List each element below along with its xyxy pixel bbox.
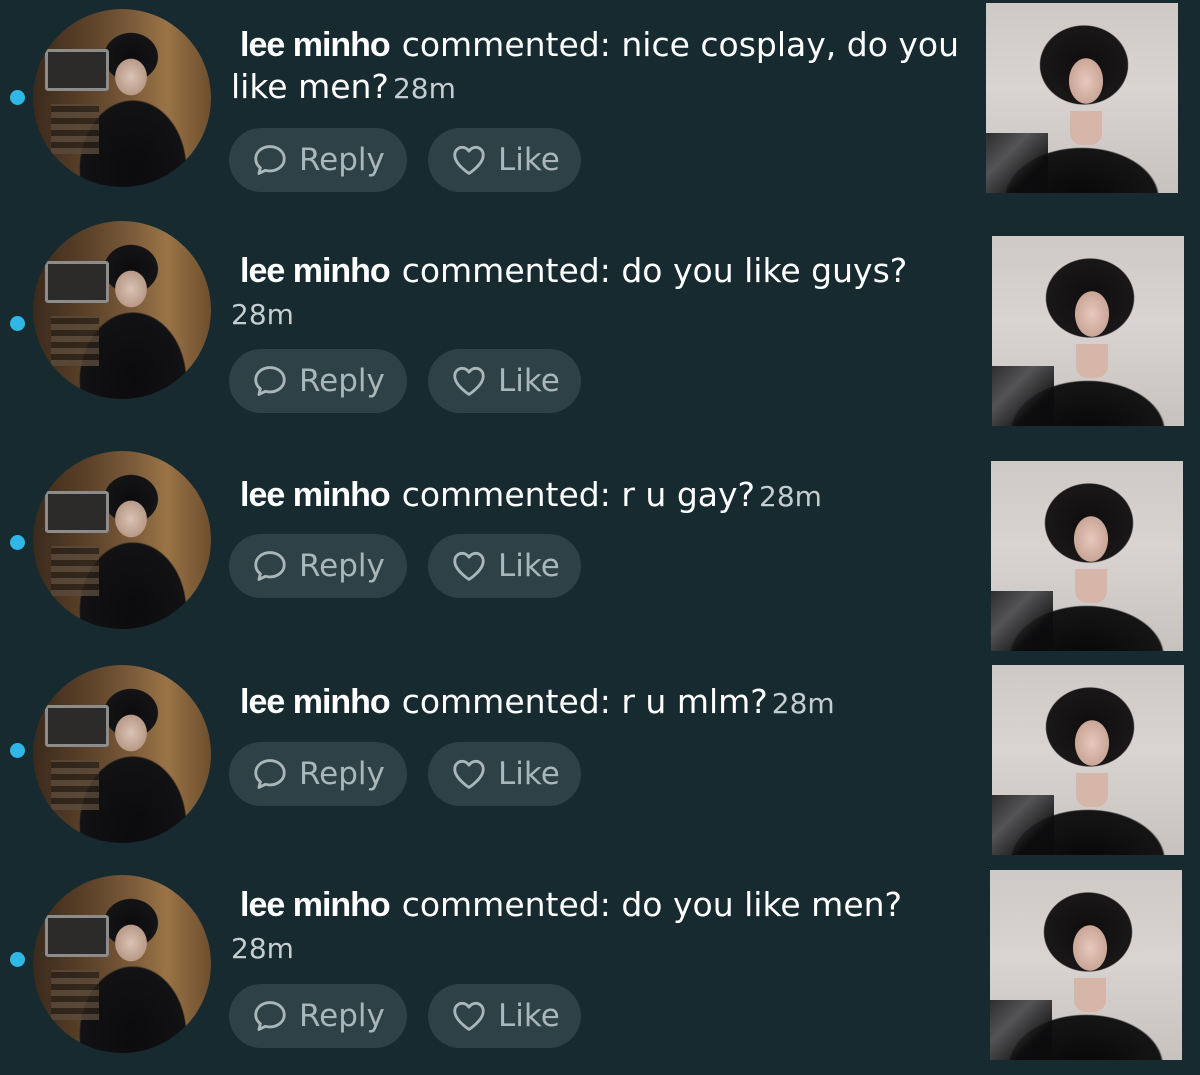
unread-indicator xyxy=(10,535,25,550)
unread-indicator xyxy=(10,90,25,105)
reply-button[interactable]: Reply xyxy=(229,984,407,1048)
speech-bubble-icon xyxy=(254,145,286,175)
speech-bubble-icon xyxy=(254,366,286,396)
post-thumbnail[interactable] xyxy=(992,236,1184,426)
post-thumbnail[interactable] xyxy=(992,665,1184,855)
like-label: Like xyxy=(498,548,560,584)
heart-icon xyxy=(453,366,485,396)
avatar[interactable] xyxy=(33,221,211,399)
notification-item[interactable]: lee minho commented: r u mlm? 28m Reply Li… xyxy=(0,655,1200,860)
comment-text: lee minho commented: nice cosplay, do you… xyxy=(231,24,961,109)
unread-indicator xyxy=(10,316,25,331)
timestamp: 28m xyxy=(231,932,294,965)
notification-item[interactable]: lee minho commented: r u gay? 28m Reply Li… xyxy=(0,435,1200,655)
action-text: commented: xyxy=(401,475,611,514)
avatar[interactable] xyxy=(33,665,211,843)
like-label: Like xyxy=(498,142,560,178)
heart-icon xyxy=(453,1001,485,1031)
comment-body: do you like men? xyxy=(621,885,903,924)
reply-button[interactable]: Reply xyxy=(229,534,407,598)
action-text: commented: xyxy=(401,682,611,721)
comment-text: lee minho commented: do you like men? 28m xyxy=(231,884,961,969)
comment-text: lee minho commented: r u gay? 28m xyxy=(231,474,961,517)
username[interactable]: lee minho xyxy=(240,252,391,290)
heart-icon xyxy=(453,551,485,581)
reply-button[interactable]: Reply xyxy=(229,742,407,806)
reply-label: Reply xyxy=(299,756,385,792)
like-button[interactable]: Like xyxy=(428,534,581,598)
timestamp: 28m xyxy=(759,480,822,513)
comment-body: do you like guys? xyxy=(621,251,908,290)
speech-bubble-icon xyxy=(254,759,286,789)
comment-text: lee minho commented: do you like guys? 28m xyxy=(231,250,961,335)
heart-icon xyxy=(453,759,485,789)
reply-button[interactable]: Reply xyxy=(229,128,407,192)
like-label: Like xyxy=(498,756,560,792)
reply-label: Reply xyxy=(299,998,385,1034)
like-button[interactable]: Like xyxy=(428,349,581,413)
timestamp: 28m xyxy=(392,72,456,105)
reply-label: Reply xyxy=(299,548,385,584)
unread-indicator xyxy=(10,952,25,967)
reply-label: Reply xyxy=(299,142,385,178)
username[interactable]: lee minho xyxy=(240,26,391,64)
username[interactable]: lee minho xyxy=(240,683,391,721)
reply-button[interactable]: Reply xyxy=(229,349,407,413)
like-button[interactable]: Like xyxy=(428,742,581,806)
notification-item[interactable]: lee minho commented: nice cosplay, do you… xyxy=(0,0,1200,210)
avatar[interactable] xyxy=(33,451,211,629)
timestamp: 28m xyxy=(771,687,835,720)
action-text: commented: xyxy=(401,25,611,64)
like-button[interactable]: Like xyxy=(428,984,581,1048)
reply-label: Reply xyxy=(299,363,385,399)
comment-text: lee minho commented: r u mlm? 28m xyxy=(231,681,961,724)
post-thumbnail[interactable] xyxy=(990,870,1182,1060)
like-button[interactable]: Like xyxy=(428,128,581,192)
username[interactable]: lee minho xyxy=(240,886,391,924)
username[interactable]: lee minho xyxy=(240,476,391,514)
like-label: Like xyxy=(498,998,560,1034)
speech-bubble-icon xyxy=(254,551,286,581)
notification-item[interactable]: lee minho commented: do you like men? 28m … xyxy=(0,860,1200,1075)
post-thumbnail[interactable] xyxy=(991,461,1183,651)
action-text: commented: xyxy=(401,885,611,924)
comment-body: r u mlm? xyxy=(621,682,768,721)
action-text: commented: xyxy=(401,251,611,290)
timestamp: 28m xyxy=(231,298,294,331)
heart-icon xyxy=(453,145,485,175)
avatar[interactable] xyxy=(33,9,211,187)
speech-bubble-icon xyxy=(254,1001,286,1031)
like-label: Like xyxy=(498,363,560,399)
post-thumbnail[interactable] xyxy=(986,3,1178,193)
unread-indicator xyxy=(10,743,25,758)
comment-body: r u gay? xyxy=(621,475,756,514)
avatar[interactable] xyxy=(33,875,211,1053)
notification-item[interactable]: lee minho commented: do you like guys? 28m… xyxy=(0,210,1200,435)
